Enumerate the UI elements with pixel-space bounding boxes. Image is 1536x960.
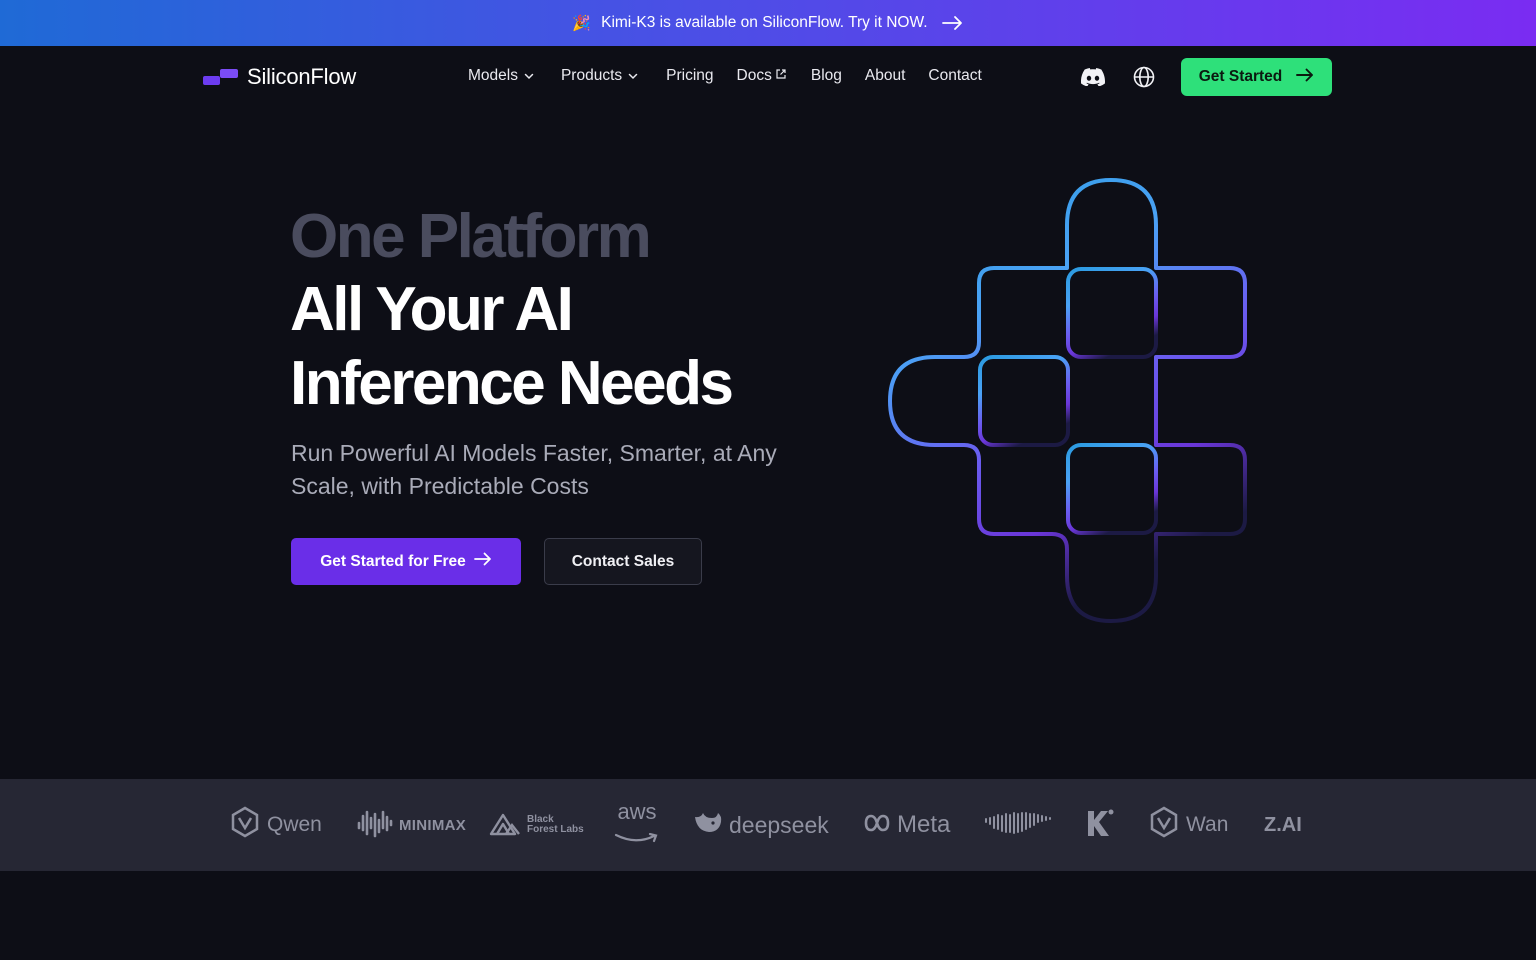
main-menu: Models Products Pricing Docs Blog About [468, 67, 982, 85]
top-nav: SiliconFlow Models Products Pricing Docs… [0, 46, 1536, 108]
button-label: Get Started for Free [320, 552, 466, 570]
audio-wave-logo-icon [984, 810, 1052, 841]
partner-wan: Wan [1148, 779, 1228, 871]
chevron-down-icon [628, 73, 638, 80]
nav-label: Models [468, 67, 518, 84]
nav-label: Contact [928, 67, 982, 84]
qwen-text: Qwen [267, 813, 322, 836]
hero-subtitle: Run Powerful AI Models Faster, Smarter, … [291, 440, 777, 499]
minimax-text: MINIMAX [399, 816, 467, 834]
get-started-button[interactable]: Get Started [1181, 58, 1332, 96]
external-link-icon [775, 67, 787, 85]
nav-label: Products [560, 67, 623, 84]
nav-label: Blog [810, 67, 842, 84]
partner-meta: Meta [863, 779, 950, 871]
announcement-banner[interactable]: 🎉 Kimi-K3 is available on SiliconFlow. T… [0, 0, 1536, 46]
qwen-logo-icon [229, 806, 261, 844]
button-label: Get Started [1198, 68, 1283, 85]
grid-shape-graphic [885, 175, 1255, 630]
nav-label: Pricing [666, 67, 714, 84]
bfl-logo-icon [489, 812, 521, 839]
wan-logo-icon [1148, 806, 1180, 844]
contact-sales-button[interactable]: Contact Sales [544, 538, 702, 585]
nav-item-blog[interactable]: Blog [811, 67, 842, 85]
button-label: Contact Sales [571, 552, 675, 570]
announcement-text: Kimi-K3 is available on SiliconFlow. Try… [601, 14, 928, 31]
deepseek-whale-icon [693, 809, 723, 841]
logo-mark-icon [203, 67, 239, 87]
nav-label: About [864, 67, 906, 84]
discord-icon[interactable] [1080, 65, 1106, 89]
party-popper-icon: 🎉 [572, 15, 592, 32]
nav-item-models[interactable]: Models [468, 67, 534, 85]
meta-text: Meta [897, 811, 951, 838]
partner-zai: Z.AI [1264, 779, 1302, 871]
wan-text: Wan [1186, 813, 1229, 836]
hero-headline-line-3: Inference Needs [290, 349, 734, 418]
globe-icon[interactable] [1131, 65, 1157, 89]
partner-aws: aws [614, 779, 660, 871]
partner-deepseek: deepseek [693, 779, 829, 871]
nav-label: Docs [736, 67, 772, 84]
nav-item-about[interactable]: About [865, 67, 906, 85]
partner-qwen: Qwen [229, 779, 322, 871]
partner-black-forest-labs: Black Forest Labs [489, 779, 584, 871]
nav-item-contact[interactable]: Contact [928, 67, 981, 85]
aws-text: aws [617, 799, 657, 824]
get-started-free-button[interactable]: Get Started for Free [291, 538, 521, 585]
aws-smile-icon [614, 823, 660, 849]
k-logo-icon [1084, 807, 1116, 844]
nav-item-pricing[interactable]: Pricing [666, 67, 713, 85]
siliconflow-logo[interactable]: SiliconFlow [203, 64, 356, 90]
logo-text: SiliconFlow [247, 64, 357, 89]
partner-k-logo [1084, 779, 1116, 871]
deepseek-text: deepseek [729, 811, 829, 838]
partner-minimax: MINIMAX [357, 779, 466, 871]
chevron-down-icon [524, 73, 534, 80]
bfl-text-line-2: Forest Labs [527, 824, 584, 835]
arrow-right-icon [473, 552, 492, 571]
minimax-wave-icon [357, 808, 393, 842]
zai-text: Z.AI [1264, 813, 1302, 836]
nav-item-docs[interactable]: Docs [737, 67, 787, 85]
arrow-right-icon [1296, 68, 1314, 87]
hero-headline-line-1: One Platform [290, 202, 652, 271]
hero-headline-line-2: All Your AI [290, 275, 574, 344]
arrow-right-icon [941, 15, 964, 31]
nav-item-products[interactable]: Products [561, 67, 638, 85]
meta-infinity-icon [863, 811, 891, 839]
partner-logo-strip: Qwen MINIMAX Black Forest Labs aws deeps… [0, 779, 1536, 871]
partner-audio-wave [984, 779, 1052, 871]
